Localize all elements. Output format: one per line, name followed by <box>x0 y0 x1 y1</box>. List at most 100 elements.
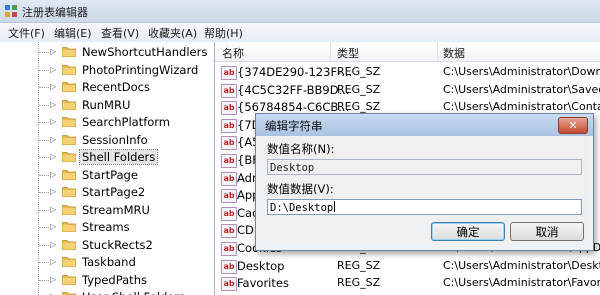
tree-item-label: NewShortcutHandlers <box>82 45 208 59</box>
folder-icon <box>62 64 76 75</box>
value-data-text: D:\Desktop <box>270 202 334 214</box>
expand-arrow-icon[interactable]: ▷ <box>50 170 56 179</box>
tree-item[interactable]: ▷ Taskband <box>0 253 214 271</box>
tree-item-label: PhotoPrintingWizard <box>82 62 199 77</box>
string-value-icon: ab <box>221 83 237 98</box>
expand-arrow-icon[interactable]: ▷ <box>50 65 56 74</box>
tree-item-label: StartPage2 <box>82 185 146 199</box>
close-icon[interactable]: ✕ <box>558 117 588 134</box>
expand-arrow-icon[interactable]: ▷ <box>50 47 56 56</box>
list-row[interactable]: ab Desktop REG_SZ C:\Users\Administrator\De… <box>215 257 600 275</box>
tree-item[interactable]: ▷ RunMRU <box>0 96 214 114</box>
column-header-data[interactable]: 数据 <box>443 45 465 61</box>
tree-item[interactable]: ▷User Shell Folders <box>0 288 214 295</box>
column-header-type[interactable]: 类型 <box>337 45 359 61</box>
folder-icon <box>62 187 76 197</box>
value-data-input[interactable]: D:\Desktop <box>267 199 582 215</box>
folder-icon <box>62 222 76 232</box>
string-value-icon: ab <box>221 136 237 151</box>
expand-arrow-icon[interactable]: ▷ <box>50 275 56 284</box>
value-name: {4C5C32FF-BB9D... <box>237 82 350 97</box>
column-header-name[interactable]: 名称 <box>222 45 244 61</box>
tree-connector <box>39 139 49 141</box>
expand-arrow-icon[interactable]: ▷ <box>50 135 56 144</box>
tree-item-label: StuckRects2 <box>82 237 153 252</box>
expand-arrow-icon[interactable]: ▷ <box>50 222 56 231</box>
expand-arrow-icon[interactable]: ▷ <box>50 117 56 126</box>
string-value-icon: ab <box>221 66 237 80</box>
string-value-icon: ab <box>221 224 237 239</box>
tree-item-label: SessionInfo <box>82 132 148 147</box>
menu-edit[interactable]: 编辑(E) <box>54 25 92 41</box>
tree-connector <box>39 227 49 228</box>
tree-connector <box>39 87 49 88</box>
dialog-titlebar[interactable]: 编辑字符串 ✕ <box>256 114 593 136</box>
tree-item[interactable]: ▷ StuckRects2 <box>0 236 214 254</box>
registry-tree[interactable]: ▷ NewShortcutHandlers ▷ PhotoPrintingWizard… <box>0 42 215 295</box>
menu-bar: 文件(F) 编辑(E) 查看(V) 收藏夹(A) 帮助(H) <box>0 23 600 43</box>
value-data: C:\Users\Administrator\Downlo <box>443 65 600 78</box>
dialog-body: 数值名称(N): Desktop 数值数据(V): D:\Desktop 确定 … <box>261 136 588 245</box>
tree-item[interactable]: ▷ SessionInfo <box>0 131 214 149</box>
tree-item-label: Taskband <box>82 255 136 269</box>
window-titlebar: 注册表编辑器 <box>0 0 600 23</box>
edit-string-dialog: 编辑字符串 ✕ 数值名称(N): Desktop 数值数据(V): D:\Des… <box>255 113 594 251</box>
tree-item[interactable]: ▷ Shell Folders <box>0 148 214 166</box>
tree-item[interactable]: ▷ NewShortcutHandlers <box>0 43 214 61</box>
tree-item[interactable]: ▷ StartPage2 <box>0 183 214 201</box>
tree-item[interactable]: ▷ StreamMRU <box>0 201 214 219</box>
folder-icon <box>62 239 76 250</box>
text-caret <box>334 201 336 212</box>
string-value-icon: ab <box>221 171 237 186</box>
expand-arrow-icon[interactable]: ▷ <box>50 100 56 109</box>
ok-button[interactable]: 确定 <box>431 222 505 241</box>
menu-favorites[interactable]: 收藏夹(A) <box>148 25 197 41</box>
string-value-icon: ab <box>221 259 237 274</box>
menu-file[interactable]: 文件(F) <box>8 25 45 41</box>
list-row[interactable]: ab {374DE290-123F-... REG_SZ C:\Users\Admin… <box>215 63 600 81</box>
string-value-icon: ab <box>221 242 237 256</box>
tree-item-label: Streams <box>82 220 130 234</box>
list-row[interactable]: ab Favorites REG_SZ C:\Users\Administrator\… <box>215 274 600 292</box>
value-type: REG_SZ <box>337 276 381 290</box>
cancel-button[interactable]: 取消 <box>510 222 584 241</box>
tree-connector <box>39 244 49 246</box>
column-divider[interactable] <box>330 42 331 61</box>
tree-item[interactable]: ▷ Streams <box>0 218 214 236</box>
folder-icon <box>62 169 76 180</box>
list-header: 名称 类型 数据 <box>215 42 600 62</box>
menu-view[interactable]: 查看(V) <box>101 25 139 41</box>
string-value-icon: ab <box>221 101 237 116</box>
column-divider[interactable] <box>437 42 438 61</box>
tree-connector <box>39 157 49 158</box>
value-name: Desktop <box>237 258 285 273</box>
tree-item-label: RunMRU <box>82 97 131 112</box>
value-data: C:\Users\Administrator\Deskto <box>443 258 600 272</box>
folder-icon <box>62 117 76 127</box>
expand-arrow-icon[interactable]: ▷ <box>50 205 56 214</box>
expand-arrow-icon[interactable]: ▷ <box>50 82 56 91</box>
list-row[interactable]: ab {4C5C32FF-BB9D... REG_SZ C:\Users\Admini… <box>215 81 600 99</box>
tree-item[interactable]: ▷ SearchPlatform <box>0 113 214 131</box>
tree-item[interactable]: ▷ RecentDocs <box>0 78 214 96</box>
expand-arrow-icon[interactable]: ▷ <box>50 240 56 249</box>
tree-item[interactable]: ▷ StartPage <box>0 166 214 184</box>
value-name: Favorites <box>237 276 289 291</box>
expand-arrow-icon[interactable]: ▷ <box>50 187 56 196</box>
dialog-title: 编辑字符串 <box>265 119 323 133</box>
folder-icon <box>62 99 76 110</box>
tree-item-label: RecentDocs <box>82 80 150 94</box>
tree-item-label: StreamMRU <box>82 202 150 217</box>
tree-item[interactable]: ▷ TypedPaths <box>0 271 214 289</box>
expand-arrow-icon[interactable]: ▷ <box>50 152 56 161</box>
menu-help[interactable]: 帮助(H) <box>204 25 243 41</box>
tree-item[interactable]: ▷ PhotoPrintingWizard <box>0 61 214 79</box>
value-name: Adr <box>237 170 257 185</box>
tree-item-label: User Shell Folders <box>82 290 185 295</box>
tree-connector <box>39 279 49 281</box>
folder-icon <box>62 152 76 162</box>
tree-connector <box>39 104 49 106</box>
value-data: C:\Users\Administrator\Conta <box>443 100 600 114</box>
tree-connector <box>39 69 49 71</box>
expand-arrow-icon[interactable]: ▷ <box>50 257 56 266</box>
